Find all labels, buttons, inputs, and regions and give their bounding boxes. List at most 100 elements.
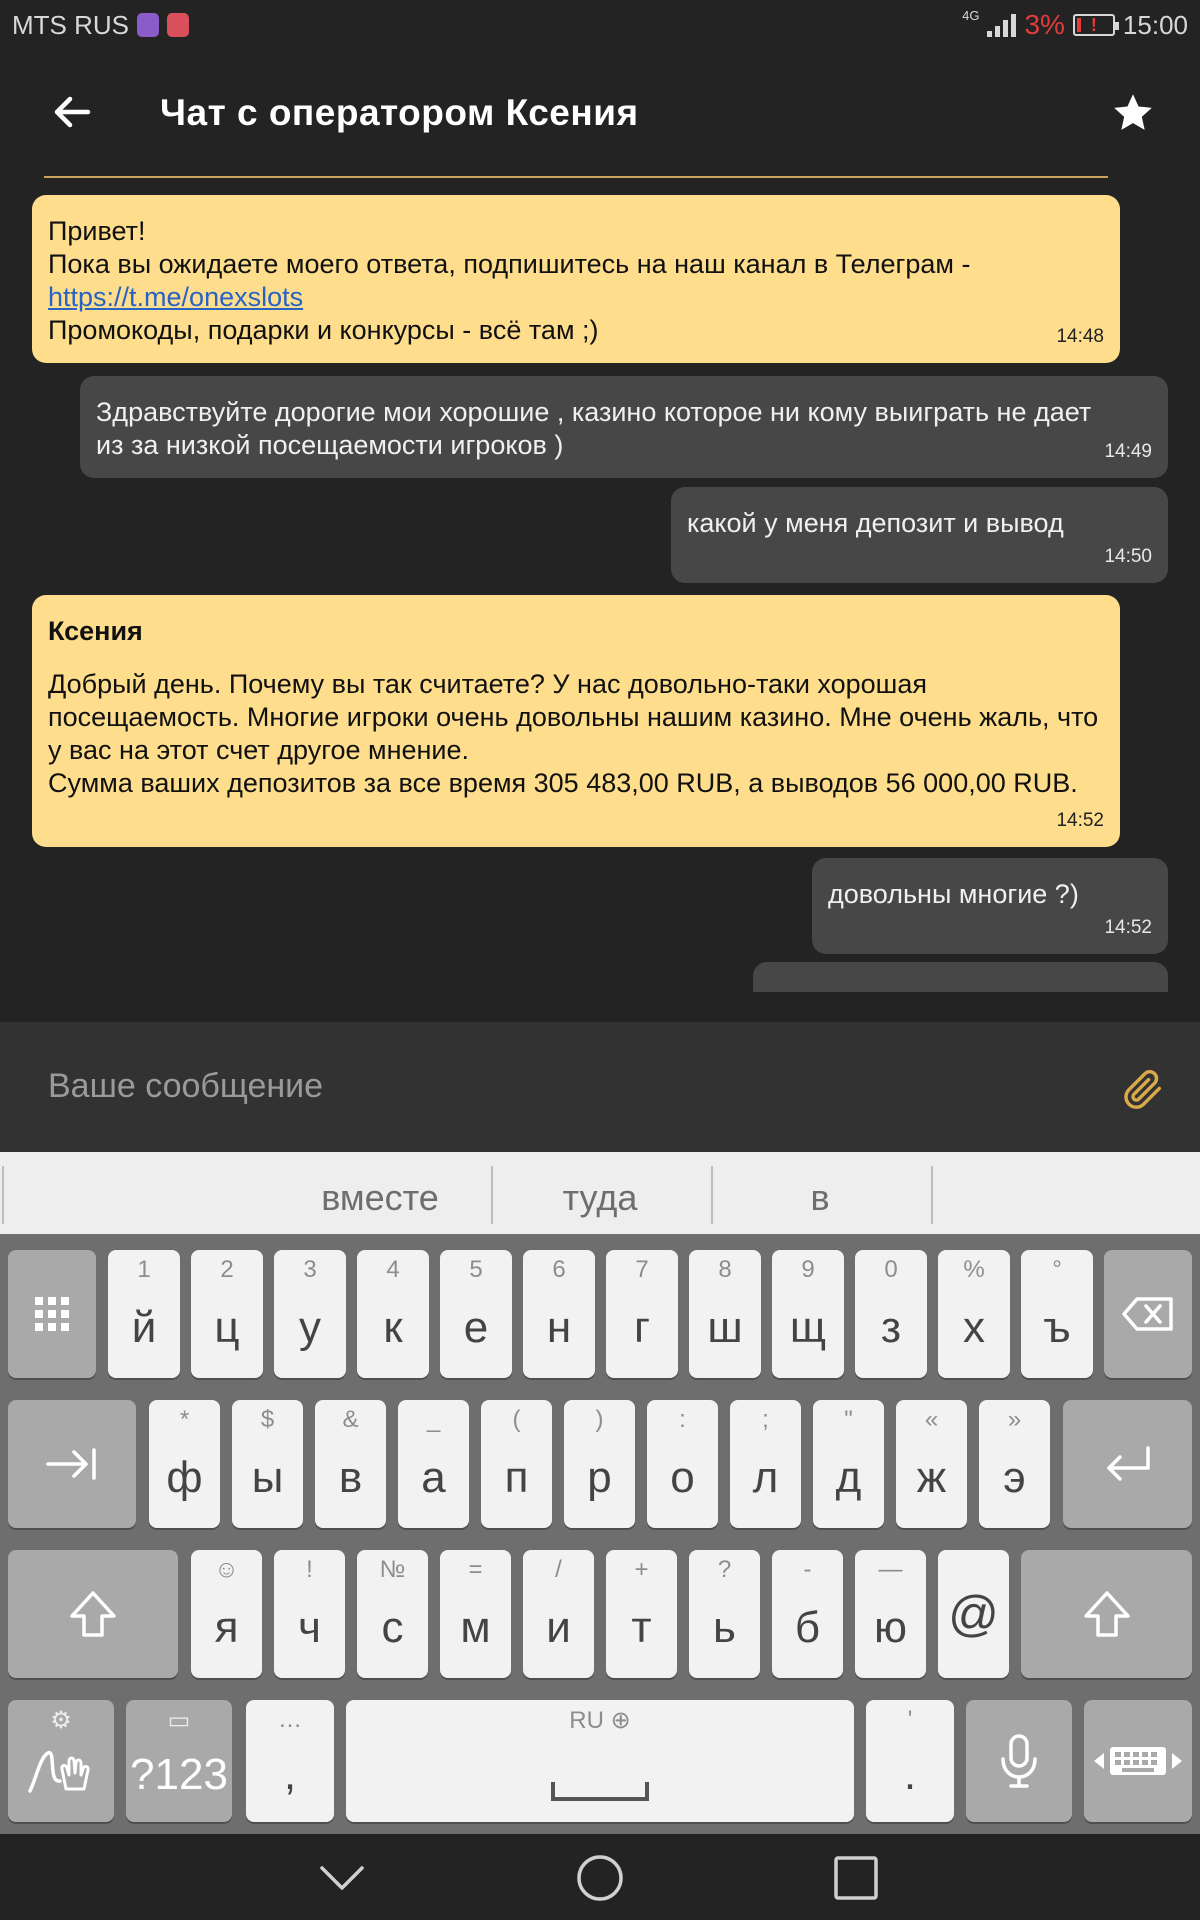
tab-key[interactable] — [8, 1400, 136, 1528]
key-в[interactable]: & в — [315, 1400, 386, 1528]
chat-list[interactable]: Привет! Пока вы ожидаете моего ответа, п… — [0, 180, 1200, 992]
key-label: щ — [789, 1303, 827, 1352]
comma-key[interactable]: … , — [246, 1700, 334, 1822]
key-о[interactable]: :о — [647, 1400, 718, 1528]
key-label: м — [460, 1603, 491, 1652]
key-hint: ( — [512, 1406, 521, 1433]
key-п[interactable]: (п — [481, 1400, 552, 1528]
period-key[interactable]: ' . — [866, 1700, 954, 1822]
enter-key[interactable] — [1063, 1400, 1192, 1528]
key-hint: + — [634, 1556, 649, 1583]
key-с[interactable]: № с — [357, 1550, 428, 1678]
star-icon — [1114, 94, 1152, 130]
key-д[interactable]: " д — [813, 1400, 884, 1528]
key-ц[interactable]: 2ц — [191, 1250, 263, 1378]
key-г[interactable]: 7г — [606, 1250, 678, 1378]
key-ш[interactable]: 8ш — [689, 1250, 761, 1378]
key-к[interactable]: 4к — [357, 1250, 429, 1378]
nav-back-button[interactable] — [316, 1852, 368, 1904]
chevron-down-icon — [320, 1866, 364, 1890]
keyboard-switch-key[interactable] — [1084, 1700, 1192, 1822]
shift-icon — [1083, 1591, 1130, 1637]
voice-input-key[interactable] — [966, 1700, 1072, 1822]
key-label: е — [463, 1303, 489, 1352]
key-ъ[interactable]: ° ъ — [1021, 1250, 1093, 1378]
key-hint: ; — [762, 1406, 769, 1433]
key-hint: " — [844, 1406, 853, 1433]
telegram-link[interactable]: https://t.me/onexslots — [48, 282, 303, 312]
back-button[interactable] — [50, 90, 94, 134]
key-щ[interactable]: 9щ — [772, 1250, 844, 1378]
message-text: Пока вы ожидаете моего ответа, подпишите… — [48, 249, 971, 279]
key-а[interactable]: _ а — [398, 1400, 469, 1528]
keyboard-notification-icon — [137, 13, 159, 37]
message-time: 14:52 — [1056, 810, 1104, 831]
key-hint: _ — [426, 1406, 441, 1433]
key-ж[interactable]: «ж — [896, 1400, 967, 1528]
key-@[interactable]: @ — [938, 1550, 1009, 1678]
key-hint: 4 — [386, 1256, 400, 1283]
handwriting-key[interactable]: ⚙ — [8, 1700, 114, 1822]
key-label: з — [880, 1303, 902, 1352]
space-key[interactable]: RU ⊕ — [346, 1700, 854, 1822]
key-е[interactable]: 5е — [440, 1250, 512, 1378]
key-hint: 1 — [137, 1256, 151, 1283]
shift-key-left[interactable] — [8, 1550, 178, 1678]
key-р[interactable]: ) р — [564, 1400, 635, 1528]
carrier-label: MTS RUS — [12, 9, 129, 40]
attach-button[interactable] — [1120, 1067, 1166, 1113]
message-input[interactable] — [48, 1056, 1048, 1116]
symbols-key[interactable]: ▭ ?123 — [126, 1700, 232, 1822]
paperclip-icon — [1124, 1069, 1162, 1109]
suggestion-bar: вместе туда в — [0, 1152, 1200, 1234]
key-hint: = — [468, 1556, 483, 1583]
suggestion-item[interactable]: туда — [510, 1170, 690, 1226]
key-label: ц — [214, 1303, 240, 1352]
key-ф[interactable]: * ф — [149, 1400, 220, 1528]
shift-key-right[interactable] — [1021, 1550, 1192, 1678]
key-label: х — [963, 1303, 985, 1352]
key-т[interactable]: + т — [606, 1550, 677, 1678]
key-н[interactable]: 6н — [523, 1250, 595, 1378]
network-type-label: 4G — [962, 7, 980, 23]
favorite-button[interactable] — [1110, 90, 1156, 136]
key-ь[interactable]: ? ь — [689, 1550, 760, 1678]
key-ч[interactable]: ! ч — [274, 1550, 345, 1678]
suggestion-item[interactable]: в — [730, 1170, 910, 1226]
key-б[interactable]: -б — [772, 1550, 843, 1678]
numpad-icon — [35, 1297, 69, 1331]
key-э[interactable]: » э — [979, 1400, 1050, 1528]
header-divider — [44, 176, 1108, 178]
key-ю[interactable]: — ю — [855, 1550, 926, 1678]
key-hint: / — [555, 1556, 562, 1583]
key-л[interactable]: ; л — [730, 1400, 801, 1528]
key-label: ф — [166, 1453, 203, 1502]
key-й[interactable]: 1й — [108, 1250, 180, 1378]
key-hint: — — [878, 1556, 903, 1583]
key-я[interactable]: ☺ я — [191, 1550, 262, 1678]
key-и[interactable]: / и — [523, 1550, 594, 1678]
numpad-key[interactable] — [8, 1250, 96, 1378]
suggestion-item[interactable]: вместе — [290, 1170, 470, 1226]
key-м[interactable]: = м — [440, 1550, 511, 1678]
status-bar: MTS RUS 4G 3% ! 15:00 — [0, 0, 1200, 50]
key-ы[interactable]: $ ы — [232, 1400, 303, 1528]
key-х[interactable]: % х — [938, 1250, 1010, 1378]
message-text: Сумма ваших депозитов за все время 305 4… — [48, 768, 1078, 798]
key-hint: » — [1007, 1406, 1022, 1433]
operator-message: Привет! Пока вы ожидаете моего ответа, п… — [32, 195, 1120, 363]
key-у[interactable]: 3у — [274, 1250, 346, 1378]
backspace-key[interactable] — [1104, 1250, 1192, 1378]
key-hint: $ — [260, 1406, 275, 1433]
key-hint: 7 — [635, 1256, 649, 1283]
enter-icon — [1106, 1446, 1150, 1481]
nav-home-button[interactable] — [574, 1852, 626, 1904]
key-hint: 6 — [552, 1256, 566, 1283]
key-label: т — [631, 1603, 652, 1652]
key-з[interactable]: 0з — [855, 1250, 927, 1378]
user-message: какой у меня депозит и вывод 14:50 — [671, 487, 1168, 583]
key-label: в — [338, 1453, 363, 1502]
nav-recents-button[interactable] — [830, 1852, 882, 1904]
key-hint: 3 — [303, 1256, 317, 1283]
square-recents-icon — [834, 1856, 878, 1900]
